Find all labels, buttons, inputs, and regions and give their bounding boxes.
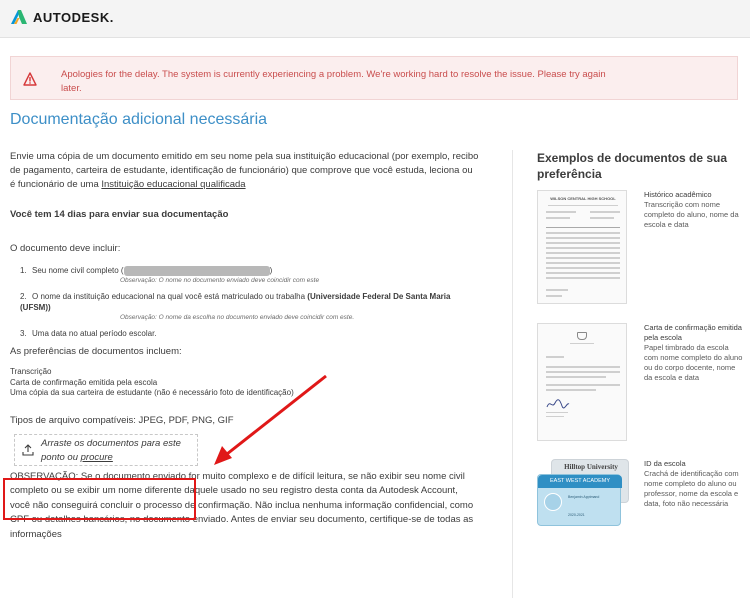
card-front-school: EAST WEST ACADEMY — [549, 478, 610, 484]
autodesk-logo-icon — [11, 10, 27, 24]
alert-message: Apologies for the delay. The system is c… — [61, 69, 606, 94]
id-card-front: EAST WEST ACADEMY Benjamin Apptmand 2020… — [537, 474, 622, 526]
example-title: ID da escola — [644, 459, 686, 468]
error-alert: Apologies for the delay. The system is c… — [10, 56, 738, 100]
requirement-text: Seu nome civil completo ( — [32, 266, 124, 275]
page-title: Documentação adicional necessária — [10, 111, 268, 128]
card-person-name: Benjamin Apptmand — [568, 495, 600, 499]
requirement-number: 2. — [20, 292, 27, 301]
requirements-list: 1. Seu nome civil completo () Observação:… — [20, 265, 480, 339]
upload-icon — [22, 443, 34, 456]
requirement-note: Observação: O nome da escolha no documen… — [120, 314, 355, 321]
avatar-placeholder-icon — [544, 493, 562, 511]
must-include-heading: O documento deve incluir: — [10, 243, 121, 254]
requirement-number: 1. — [20, 266, 27, 275]
preference-item: Carta de confirmação emitida pela escola — [10, 377, 158, 387]
preference-item: Transcrição — [10, 367, 52, 376]
example-school-id: Hilltop University EAST WEST ACADEMY Ben… — [537, 459, 742, 539]
upload-dropzone[interactable]: Arraste os documentos para este ponto ou… — [14, 433, 198, 466]
examples-sidebar: Exemplos de documentos de sua preferênci… — [537, 150, 742, 526]
example-title: Carta de confirmação emitida pela escola — [644, 323, 742, 342]
thumb-school-name: WILSON CENTRAL HIGH SCHOOL — [550, 196, 616, 201]
transcript-thumbnail: WILSON CENTRAL HIGH SCHOOL — [537, 190, 627, 304]
redacted-name — [123, 265, 270, 276]
example-description: Transcrição com nome completo do aluno, … — [644, 200, 739, 229]
intro-paragraph: Envie uma cópia de um documento emitido … — [10, 150, 480, 192]
autodesk-logo[interactable]: AUTODESK. — [10, 9, 114, 25]
signature-icon — [546, 399, 570, 409]
card-date: 2020-2021 — [568, 513, 585, 517]
warning-triangle-icon — [23, 72, 37, 86]
requirement-note: Observação: O nome no documento enviado … — [120, 277, 320, 284]
requirement-number: 3. — [20, 329, 27, 338]
brand-dot: . — [109, 9, 114, 25]
card-back-university: Hilltop University — [564, 463, 618, 471]
annotation-highlight-box — [3, 478, 196, 520]
example-title: Histórico acadêmico — [644, 190, 712, 199]
letter-thumbnail — [537, 323, 627, 441]
sidebar-title: Exemplos de documentos de sua preferênci… — [537, 151, 728, 181]
requirement-item: 3. Uma data no atual período escolar. — [20, 328, 480, 339]
requirement-item: 1. Seu nome civil completo () Observação:… — [20, 265, 480, 285]
requirement-close: ) — [269, 266, 273, 275]
requirement-text: O nome da instituição educacional na qua… — [32, 292, 308, 301]
example-description: Crachá de identificação com nome complet… — [644, 469, 739, 508]
dropzone-label: Arraste os documentos para este ponto ou… — [41, 437, 191, 465]
top-header: AUTODESK. — [0, 0, 750, 38]
example-description: Papel timbrado da escola com nome comple… — [644, 343, 743, 382]
example-transcript: WILSON CENTRAL HIGH SCHOOL Histórico aca… — [537, 190, 742, 320]
deadline-text: Você tem 14 dias para enviar sua documen… — [10, 209, 229, 220]
brand-name: AUTODESK — [33, 9, 110, 25]
qualified-institution-link[interactable]: Instituição educacional qualificada — [101, 179, 245, 190]
file-types-text: Tipos de arquivo compatíveis: JPEG, PDF,… — [10, 414, 234, 426]
school-crest-icon — [577, 332, 587, 340]
preferences-heading: As preferências de documentos incluem: — [10, 346, 182, 357]
preferences-list: Transcrição Carta de confirmação emitida… — [10, 367, 480, 399]
requirement-text: Uma data no atual período escolar. — [32, 329, 157, 338]
requirement-item: 2. O nome da instituição educacional na q… — [20, 291, 480, 322]
browse-link[interactable]: procure — [81, 452, 113, 463]
example-letter: Carta de confirmação emitida pela escola… — [537, 323, 742, 453]
id-card-thumbnail: Hilltop University EAST WEST ACADEMY Ben… — [537, 459, 629, 539]
preference-item: Uma cópia da sua carteira de estudante (… — [10, 388, 294, 397]
column-divider — [512, 150, 513, 598]
